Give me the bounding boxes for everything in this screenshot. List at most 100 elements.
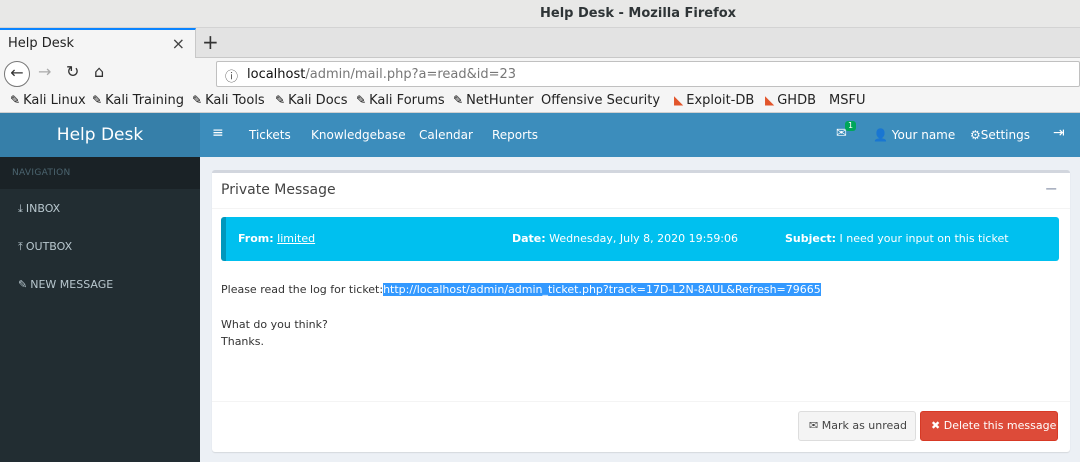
forward-icon[interactable]: →	[38, 62, 51, 81]
new-tab-icon[interactable]: +	[202, 30, 219, 54]
url-text: localhost/admin/mail.php?a=read&id=23	[247, 67, 516, 82]
sidebar-item-label: INBOX	[25, 202, 61, 215]
app-top-navbar: ≡ Tickets Knowledgebase Calendar Reports…	[200, 113, 1080, 157]
collapse-icon[interactable]: −	[1045, 179, 1058, 198]
bookmark-kali-forums[interactable]: ✎ Kali Forums	[356, 93, 445, 108]
sidebar-item-new-message[interactable]: ✎ NEW MESSAGE	[18, 278, 113, 291]
tab-label: Help Desk	[8, 36, 75, 51]
close-tab-icon[interactable]: ×	[172, 34, 185, 53]
bookmark-label: NetHunter	[466, 93, 534, 108]
button-label: Mark as unread	[821, 419, 908, 432]
browser-tab[interactable]: Help Desk ×	[0, 28, 196, 58]
window-title: Help Desk - Mozilla Firefox	[540, 6, 737, 21]
settings-menu[interactable]: ⚙Settings	[970, 128, 1030, 142]
back-icon[interactable]: ←	[4, 61, 30, 87]
bookmark-label: Kali Docs	[288, 93, 348, 108]
bookmark-exploit-db[interactable]: ◣ Exploit-DB	[674, 93, 754, 108]
menu-reports[interactable]: Reports	[492, 128, 538, 142]
user-menu[interactable]: 👤 Your name	[873, 128, 955, 142]
menu-knowledgebase[interactable]: Knowledgebase	[311, 128, 406, 142]
sidebar-item-label: NEW MESSAGE	[30, 278, 114, 291]
upload-icon: ⤒	[18, 240, 23, 253]
bookmark-label: Kali Forums	[369, 93, 445, 108]
user-icon: 👤	[873, 128, 888, 142]
bookmark-kali-tools[interactable]: ✎ Kali Tools	[192, 93, 265, 108]
mark-unread-button[interactable]: ✉ Mark as unread	[798, 411, 916, 441]
kali-dragon-icon: ✎	[356, 93, 367, 107]
kali-dragon-icon: ✎	[10, 93, 21, 107]
user-name: Your name	[891, 128, 956, 142]
bookmark-ghdb[interactable]: ◣ GHDB	[765, 93, 816, 108]
kali-dragon-icon: ✎	[453, 93, 464, 107]
site-info-icon[interactable]: ⓘ	[225, 66, 238, 85]
divider	[212, 401, 1070, 402]
ticket-link[interactable]: http://localhost/admin/admin_ticket.php?…	[383, 283, 821, 296]
bookmark-label: MSFU	[829, 93, 866, 108]
subject-field: Subject: I need your input on this ticke…	[785, 232, 1009, 245]
bookmark-label: Kali Linux	[23, 93, 86, 108]
divider	[212, 208, 1070, 209]
date-label: Date:	[512, 232, 546, 245]
delete-message-button[interactable]: ✖ Delete this message	[920, 411, 1058, 441]
url-path: /admin/mail.php?a=read&id=23	[305, 67, 517, 82]
app-logo[interactable]: Help Desk	[0, 113, 200, 157]
message-line-2: What do you think?	[221, 318, 328, 331]
bookmark-label: Exploit-DB	[686, 93, 755, 108]
envelope-icon: ✉	[809, 419, 819, 432]
bookmark-label: Offensive Security	[541, 93, 661, 108]
app-brand-text: Help Desk	[56, 125, 144, 145]
date-value: Wednesday, July 8, 2020 19:59:06	[549, 232, 739, 245]
logout-icon[interactable]: ⇥	[1053, 125, 1065, 141]
kali-dragon-icon: ✎	[92, 93, 103, 107]
from-field: From: limited	[238, 232, 315, 245]
sidebar-header-label: NAVIGATION	[12, 168, 71, 178]
message-line-3: Thanks.	[221, 335, 265, 348]
message-text: Please read the log for ticket:	[221, 283, 384, 296]
download-icon: ⤓	[18, 202, 23, 215]
subject-value: I need your input on this ticket	[839, 232, 1009, 245]
box-title: Private Message	[221, 182, 336, 198]
date-field: Date: Wednesday, July 8, 2020 19:59:06	[512, 232, 738, 245]
bookmark-label: Kali Training	[105, 93, 184, 108]
reload-icon[interactable]: ↻	[66, 62, 79, 81]
sidebar-item-outbox[interactable]: ⤒ OUTBOX	[18, 240, 72, 254]
from-label: From:	[238, 232, 274, 245]
bookmark-label: GHDB	[777, 93, 817, 108]
settings-label: Settings	[980, 128, 1030, 142]
bookmark-kali-docs[interactable]: ✎ Kali Docs	[275, 93, 348, 108]
bookmarks-toolbar: ✎ Kali Linux ✎ Kali Training ✎ Kali Tools ✎…	[0, 90, 1080, 275]
url-bar[interactable]: ⓘ localhost/admin/mail.php?a=read&id=23	[216, 61, 1080, 87]
sidebar-header: NAVIGATION	[0, 157, 200, 189]
exploit-db-icon: ◣	[674, 93, 684, 107]
menu-calendar[interactable]: Calendar	[419, 128, 473, 142]
window-titlebar: Help Desk - Mozilla Firefox	[0, 0, 1080, 28]
message-header-callout: From: limited Date: Wednesday, July 8, 2…	[221, 217, 1059, 261]
sidebar-item-inbox[interactable]: ⤓ INBOX	[18, 202, 60, 216]
bookmark-kali-training[interactable]: ✎ Kali Training	[92, 93, 184, 108]
kali-dragon-icon: ✎	[192, 93, 203, 107]
bookmark-msfu[interactable]: MSFU	[829, 93, 1053, 275]
mail-count-badge: 1	[845, 121, 857, 131]
url-host: localhost	[247, 67, 306, 82]
message-box: Private Message − From: limited Date: We…	[212, 170, 1070, 452]
navigation-bar: ← → ↻ ⌂ ⓘ localhost/admin/mail.php?a=rea…	[0, 58, 1080, 90]
exploit-db-icon: ◣	[765, 93, 775, 107]
from-link[interactable]: limited	[277, 232, 315, 245]
gear-icon: ⚙	[970, 128, 981, 142]
bookmark-offensive-security[interactable]: Offensive Security	[541, 93, 765, 275]
menu-tickets[interactable]: Tickets	[249, 128, 291, 142]
sidebar: NAVIGATION ⤓ INBOX ⤒ OUTBOX ✎ NEW MESSAGE	[0, 157, 200, 462]
close-icon: ✖	[931, 419, 941, 432]
sidebar-toggle-icon[interactable]: ≡	[212, 125, 224, 141]
kali-dragon-icon: ✎	[275, 93, 286, 107]
message-line-1: Please read the log for ticket:http://lo…	[221, 283, 821, 296]
home-icon[interactable]: ⌂	[94, 62, 104, 81]
sidebar-item-label: OUTBOX	[25, 240, 73, 253]
bookmark-nethunter[interactable]: ✎ NetHunter	[453, 93, 534, 108]
subject-label: Subject:	[785, 232, 837, 245]
edit-icon: ✎	[18, 278, 28, 291]
tab-bar: Help Desk × +	[0, 28, 1080, 58]
bookmark-label: Kali Tools	[205, 93, 265, 108]
bookmark-kali-linux[interactable]: ✎ Kali Linux	[10, 93, 86, 108]
button-label: Delete this message	[943, 419, 1057, 432]
